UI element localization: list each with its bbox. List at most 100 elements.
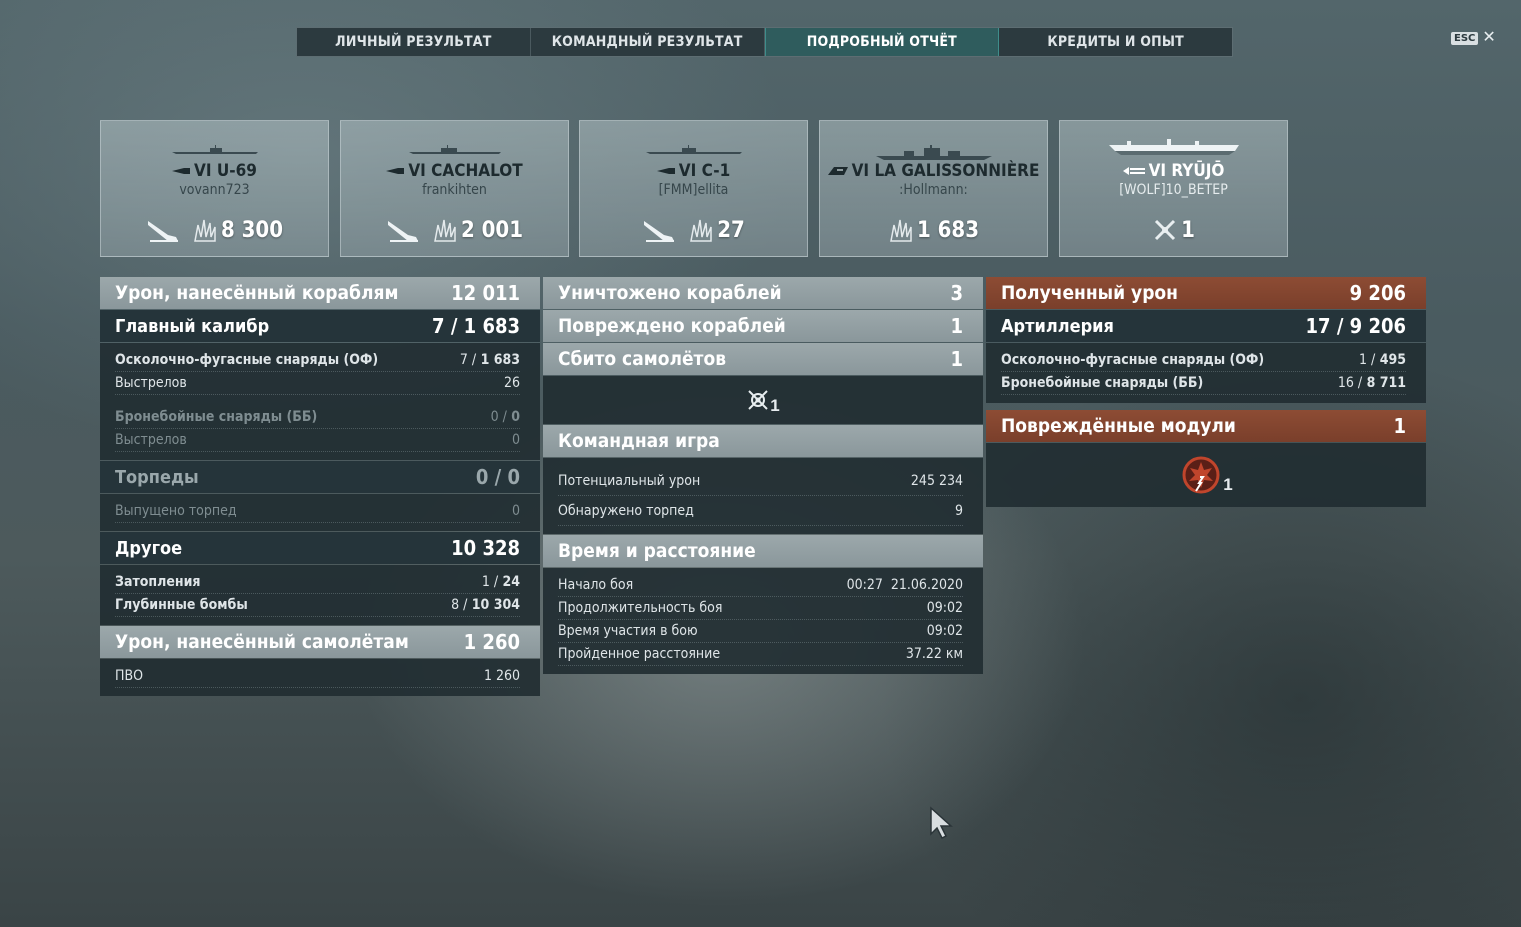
row-label: Осколочно-фугасные снаряды (ОФ) (115, 352, 379, 368)
player-name: [WOLF]10_ВЕТЕР (1119, 182, 1228, 198)
tab-personal-result[interactable]: ЛИЧНЫЙ РЕЗУЛЬТАТ (297, 28, 531, 56)
icon-count: 1 (1223, 475, 1233, 494)
torpedo-hit-icon (148, 221, 178, 242)
hits-value: 7 / (459, 352, 477, 368)
team-play-label: Командная игра (558, 430, 720, 452)
hits-value: 16 / (1337, 375, 1363, 391)
row-value: 00:27 21.06.2020 (846, 577, 963, 593)
row-label: Время участия в бою (558, 623, 698, 639)
ship-card[interactable]: VI RYŪJŌ [WOLF]10_ВЕТЕР 1 (1059, 120, 1288, 257)
damage-burst-icon (434, 219, 456, 242)
artillery-header: Артиллерия 17 / 9 206 (986, 310, 1426, 342)
received-ap-row: Бронебойные снаряды (ББ) 16 / 8 711 (1001, 372, 1406, 395)
team-play-header: Командная игра (543, 425, 983, 457)
dealt-label: Урон, нанесённый кораблям (115, 282, 399, 304)
other-header: Другое 10 328 (100, 532, 540, 564)
icon-count: 1 (770, 396, 780, 415)
ship-card[interactable]: VI U-69 vovann723 8 300 (100, 120, 329, 257)
submarine-silhouette-icon (171, 145, 258, 154)
planes-shot-icon (1155, 219, 1176, 241)
row-value: 7 / 1 683 (460, 352, 520, 368)
damaged-modules-label: Повреждённые модули (1001, 415, 1236, 437)
close-button[interactable]: ESC ✕ (1451, 29, 1496, 46)
damage-burst-icon (890, 219, 912, 242)
torpedoes-spotted-row: Обнаружено торпед 9 (558, 496, 963, 526)
damage-value: 1 683 (917, 217, 979, 243)
battle-summary-panel: Уничтожено кораблей 3 Повреждено кораблей… (543, 277, 983, 675)
submarine-icon (656, 168, 675, 174)
row-label: Выстрелов (115, 432, 187, 448)
hits-value: 1 / (1359, 352, 1376, 368)
player-name: [FMM]ellita (658, 182, 729, 198)
damaged-modules-value: 1 (1393, 414, 1406, 438)
ship-name: VI LA GALISSONNIÈRE (851, 161, 1040, 181)
damage-value: 2 001 (461, 217, 523, 243)
received-damage-panel: Полученный урон 9 206 Артиллерия 17 / 9 20… (986, 277, 1426, 508)
damaged-modules-header: Повреждённые модули 1 (986, 410, 1426, 442)
row-value: 9 (954, 502, 963, 519)
time-distance-header: Время и расстояние (543, 535, 983, 567)
row-value: 8 / 10 304 (451, 597, 520, 613)
carrier-silhouette-icon (1108, 139, 1239, 155)
row-label: Начало боя (558, 577, 634, 593)
damage-value: 10 304 (471, 597, 520, 613)
row-value: 26 (503, 375, 520, 391)
main-caliber-header: Главный калибр 7 / 1 683 (100, 310, 540, 342)
row-label: Осколочно-фугасные снаряды (ОФ) (1001, 352, 1265, 368)
aircraft-damage-label: Урон, нанесённый самолётам (115, 631, 409, 653)
main-caliber-details: Осколочно-фугасные снаряды (ОФ) 7 / 1 683… (100, 343, 540, 460)
damage-value: 8 300 (221, 217, 283, 243)
artillery-label: Артиллерия (1001, 315, 1114, 337)
row-label: Обнаружено торпед (558, 502, 694, 519)
ship-card[interactable]: VI C-1 [FMM]ellita 27 (579, 120, 808, 257)
ships-damaged-value: 1 (950, 314, 963, 338)
row-label: Потенциальный урон (558, 472, 701, 489)
ship-card[interactable]: VI LA GALISSONNIÈRE :Hollmann: 1 683 (819, 120, 1048, 257)
tab-team-result[interactable]: КОМАНДНЫЙ РЕЗУЛЬТАТ (531, 28, 765, 56)
row-label: ПВО (115, 668, 144, 684)
dealt-value: 12 011 (451, 281, 520, 305)
carrier-icon (1122, 167, 1145, 175)
row-label: Пройденное расстояние (558, 646, 721, 662)
hits-value: 1 / (481, 574, 499, 590)
torpedoes-label: Торпеды (115, 466, 199, 488)
row-label: Глубинные бомбы (115, 597, 248, 613)
torpedoes-value: 0 / 0 (475, 465, 520, 489)
submarine-silhouette-icon (645, 145, 742, 154)
ship-name: VI RYŪJŌ (1148, 161, 1225, 181)
damage-burst-icon (690, 219, 712, 242)
damage-value: 24 (502, 574, 520, 590)
mouse-cursor-icon (930, 806, 953, 840)
tab-detailed-report[interactable]: ПОДРОБНЫЙ ОТЧЁТ (764, 28, 1000, 56)
artillery-value: 17 / 9 206 (1305, 314, 1406, 338)
ships-destroyed-label: Уничтожено кораблей (558, 282, 782, 304)
potential-damage-row: Потенциальный урон 245 234 (558, 466, 963, 496)
battle-start-row: Начало боя 00:27 21.06.2020 (558, 574, 963, 597)
report-tabs: ЛИЧНЫЙ РЕЗУЛЬТАТ КОМАНДНЫЙ РЕЗУЛЬТАТ ПОД… (296, 27, 1233, 57)
he-shots-row: Выстрелов 26 (115, 372, 520, 395)
torpedoes-details: Выпущено торпед 0 (100, 494, 540, 531)
damage-value: 1 683 (480, 352, 520, 368)
planes-shot-label: Сбито самолётов (558, 348, 727, 370)
hits-value: 0 / (490, 409, 507, 425)
tab-credits-xp[interactable]: КРЕДИТЫ И ОПЫТ (999, 28, 1232, 56)
row-value: 16 / 8 711 (1338, 375, 1406, 391)
time-distance-details: Начало боя 00:27 21.06.2020 Продолжительн… (543, 568, 983, 674)
aa-row: ПВО 1 260 (115, 665, 520, 688)
row-label: Выпущено торпед (115, 503, 237, 519)
distance-row: Пройденное расстояние 37.22 км (558, 643, 963, 666)
time-distance-label: Время и расстояние (558, 540, 756, 562)
row-label: Бронебойные снаряды (ББ) (115, 409, 318, 425)
ap-shells-row: Бронебойные снаряды (ББ) 0 / 0 (115, 406, 520, 429)
cruiser-silhouette-icon (875, 145, 992, 160)
planes-shot-value: 1 (950, 347, 963, 371)
row-label: Затопления (115, 574, 201, 590)
damage-value: 27 (717, 217, 745, 243)
participation-time-row: Время участия в бою 09:02 (558, 620, 963, 643)
close-icon: ✕ (1482, 29, 1496, 46)
aircraft-damage-value: 1 260 (463, 630, 520, 654)
ship-card[interactable]: VI CACHALOT frankihten 2 001 (340, 120, 569, 257)
torpedo-hit-icon (644, 221, 675, 242)
damage-value: 0 (511, 409, 520, 425)
row-value: 1 / 495 (1359, 352, 1406, 368)
